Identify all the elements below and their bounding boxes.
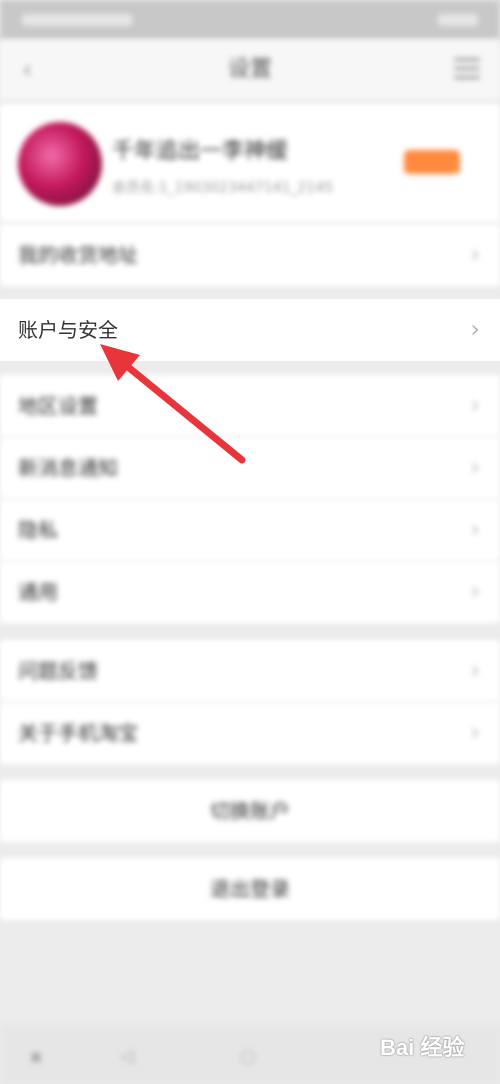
list-item-label: 新消息通知 (18, 456, 118, 480)
back-triangle-icon: ◁ (120, 1046, 134, 1067)
chevron-right-icon: › (470, 315, 480, 343)
list-item-label: 账户与安全 (18, 318, 118, 342)
list-item-region[interactable]: 地区设置 › (0, 375, 500, 437)
member-badge[interactable] (404, 150, 460, 174)
list-item-privacy[interactable]: 隐私 › (0, 499, 500, 561)
status-bar (0, 0, 500, 40)
chevron-right-icon: › (470, 240, 480, 268)
list-item-account-security[interactable]: 账户与安全 › (0, 299, 500, 361)
chevron-right-icon: › (470, 577, 480, 605)
list-item-about[interactable]: 关于手机淘宝 › (0, 702, 500, 764)
nav-bar: ‹ 设置 (0, 40, 500, 101)
logout-label: 退出登录 (210, 877, 290, 901)
list-item-general[interactable]: 通用 › (0, 561, 500, 623)
profile-member-id: 会员名:1_1903023447141_2145 (112, 180, 334, 196)
page-title: 设置 (227, 57, 272, 82)
list-item-label: 问题反馈 (18, 659, 98, 683)
list-item-label: 通用 (18, 580, 58, 604)
list-item-notifications[interactable]: 新消息通知 › (0, 437, 500, 499)
list-item-address[interactable]: 我的收货地址 › (0, 224, 500, 286)
menu-icon[interactable] (454, 58, 480, 82)
home-circle-icon: ○ (240, 1046, 256, 1067)
avatar[interactable] (18, 122, 102, 206)
chevron-right-icon: › (470, 515, 480, 543)
status-bar-right-info (438, 14, 478, 26)
status-bar-left-info (22, 14, 132, 26)
list-item-label: 我的收货地址 (18, 243, 138, 267)
list-item-label: 地区设置 (18, 394, 98, 418)
baidu-watermark: Bai 经验 (380, 1035, 465, 1060)
switch-account-label: 切换账户 (210, 799, 290, 823)
chevron-right-icon: › (470, 656, 480, 684)
switch-account-button[interactable]: 切换账户 (0, 780, 500, 842)
list-item-label: 隐私 (18, 518, 58, 542)
nav-dot-icon: ▪ (30, 1046, 43, 1067)
chevron-right-icon: › (470, 718, 480, 746)
list-item-feedback[interactable]: 问题反馈 › (0, 640, 500, 702)
profile-name: 千年追出一李神缓 (112, 139, 289, 164)
chevron-right-icon: › (470, 391, 480, 419)
chevron-right-icon: › (470, 453, 480, 481)
logout-button[interactable]: 退出登录 (0, 858, 500, 920)
list-item-label: 关于手机淘宝 (18, 721, 138, 745)
